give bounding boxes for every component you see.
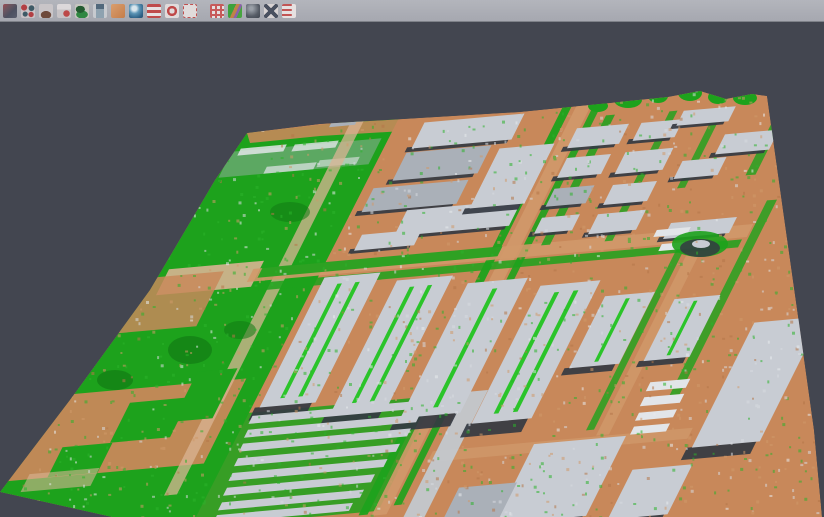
tree-blob <box>733 91 757 105</box>
image-thumbnail-icon[interactable] <box>3 4 17 18</box>
tree-blob <box>678 85 702 101</box>
delete-cross-icon[interactable] <box>264 4 278 18</box>
plumb-line-icon[interactable] <box>93 4 107 18</box>
ground-patch <box>53 238 137 272</box>
circle-selection-icon[interactable] <box>165 4 179 18</box>
orthomosaic-icon[interactable] <box>111 4 125 18</box>
tree-blob <box>588 100 608 112</box>
rect-selection-icon[interactable] <box>183 4 197 18</box>
dense-cloud-sphere-icon[interactable] <box>246 4 260 18</box>
marker-flag-icon[interactable] <box>57 4 71 18</box>
terrain-mesh <box>0 85 824 517</box>
tree-blob <box>224 321 256 339</box>
tree-blob <box>97 370 133 390</box>
tree-blob <box>168 336 212 364</box>
building-roof <box>357 110 384 122</box>
tree-blob <box>692 240 710 248</box>
tree-blob <box>614 92 642 108</box>
grid-selection-icon[interactable] <box>210 4 224 18</box>
vegetation-hill-icon[interactable] <box>75 4 89 18</box>
application-window <box>0 0 824 517</box>
dem-terrain-icon[interactable] <box>39 4 53 18</box>
red-table-icon[interactable] <box>147 4 161 18</box>
classification-palette-icon[interactable] <box>228 4 242 18</box>
tree-blob <box>40 233 90 257</box>
report-lines-icon[interactable] <box>282 4 296 18</box>
tie-points-icon[interactable] <box>21 4 35 18</box>
tree-blob <box>648 89 668 103</box>
globe-icon[interactable] <box>129 4 143 18</box>
toolbar <box>0 0 824 22</box>
viewport-3d[interactable] <box>0 22 824 517</box>
scene-render <box>0 22 824 517</box>
